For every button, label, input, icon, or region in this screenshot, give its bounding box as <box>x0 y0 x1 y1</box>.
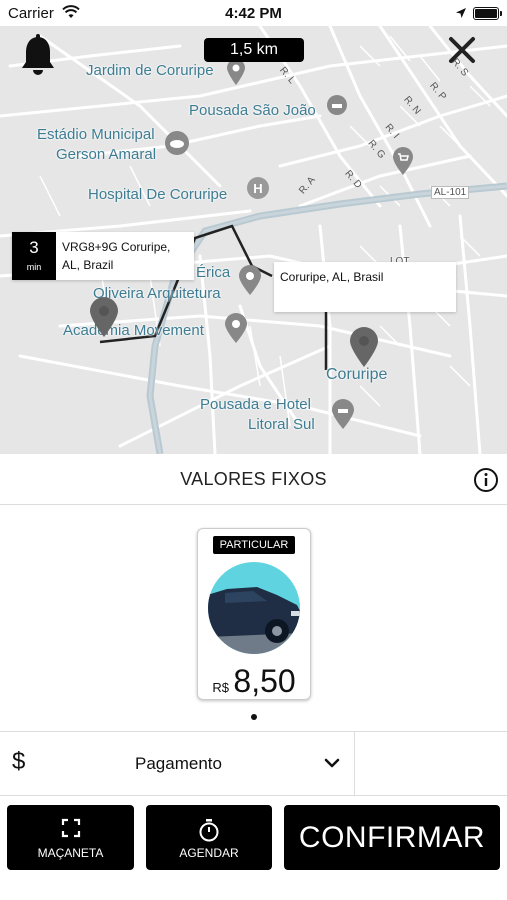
vehicle-price: R$ 8,50 <box>198 663 310 700</box>
destination-marker-icon <box>349 326 379 373</box>
confirm-button[interactable]: CONFIRMAR <box>284 805 500 870</box>
schedule-label: AGENDAR <box>179 846 239 860</box>
door-handle-button[interactable]: MAÇANETA <box>7 805 134 870</box>
dollar-icon: $ <box>12 748 26 775</box>
distance-badge: 1,5 km <box>204 38 304 62</box>
car-illustration <box>207 561 301 660</box>
eta-value: 3 <box>29 238 39 257</box>
expand-icon <box>7 818 134 843</box>
shopping-cart-poi-icon <box>391 146 415 181</box>
schedule-button[interactable]: AGENDAR <box>146 805 272 870</box>
destination-address: Coruripe, AL, Brasil <box>280 270 384 284</box>
stopwatch-icon <box>146 818 272 847</box>
notification-bell-icon[interactable] <box>20 34 56 81</box>
map-label-pousada-hotel-2: Litoral Sul <box>248 416 315 433</box>
page-indicator-dot <box>251 714 257 720</box>
map-label-estadio-2: Gerson Amaral <box>56 146 157 163</box>
map-label-academia: Academia Movement <box>63 322 204 339</box>
divider <box>354 732 355 795</box>
price-value: 8,50 <box>233 663 296 699</box>
payment-label: Pagamento <box>135 754 222 773</box>
svg-text:H: H <box>253 181 262 196</box>
battery-icon <box>473 7 502 20</box>
eta-badge: 3 min <box>12 232 56 280</box>
pickup-address: VRG8+9G Coruripe, AL, Brazil <box>62 240 171 272</box>
hospital-poi-icon: H <box>246 176 270 205</box>
pickup-callout: 3 min VRG8+9G Coruripe, AL, Brazil <box>12 232 194 280</box>
pricing-header: VALORES FIXOS <box>0 454 507 505</box>
highway-shield-al101: AL-101 <box>431 186 470 199</box>
payment-row[interactable]: $ Pagamento <box>0 731 507 796</box>
map-label-erica: Érica <box>196 264 231 281</box>
map-pin-icon <box>224 312 248 349</box>
info-icon[interactable] <box>473 467 499 498</box>
map-label-pousada-hotel-1: Pousada e Hotel <box>200 396 311 413</box>
door-handle-label: MAÇANETA <box>37 846 104 860</box>
map-label-pousada-sao-joao: Pousada São João <box>189 102 316 119</box>
location-arrow-icon <box>455 6 467 24</box>
confirm-label: CONFIRMAR <box>298 821 486 854</box>
vehicle-category-tag: PARTICULAR <box>213 536 295 554</box>
pricing-title: VALORES FIXOS <box>180 469 327 489</box>
eta-unit: min <box>26 262 42 272</box>
hotel-poi-icon <box>331 398 355 435</box>
hotel-poi-icon <box>326 94 348 121</box>
map-pin-icon <box>226 58 246 91</box>
destination-callout: Coruripe, AL, Brasil <box>274 262 456 312</box>
stadium-poi-icon <box>164 130 190 161</box>
map-label-jardim: Jardim de Coruripe <box>86 62 214 79</box>
close-icon[interactable] <box>448 36 476 69</box>
status-bar: Carrier 4:42 PM <box>0 0 507 26</box>
map-pin-icon <box>238 264 262 301</box>
chevron-down-icon[interactable] <box>324 756 340 774</box>
map-label-hospital: Hospital De Coruripe <box>88 186 228 203</box>
vehicle-option-card[interactable]: PARTICULAR R$ 8,50 <box>197 528 311 700</box>
map-view[interactable]: Jardim de Coruripe Pousada São João Está… <box>0 26 507 454</box>
map-label-estadio-1: Estádio Municipal <box>37 126 155 143</box>
currency-symbol: R$ <box>212 680 229 695</box>
clock: 4:42 PM <box>225 5 282 22</box>
origin-marker-icon <box>89 296 119 343</box>
